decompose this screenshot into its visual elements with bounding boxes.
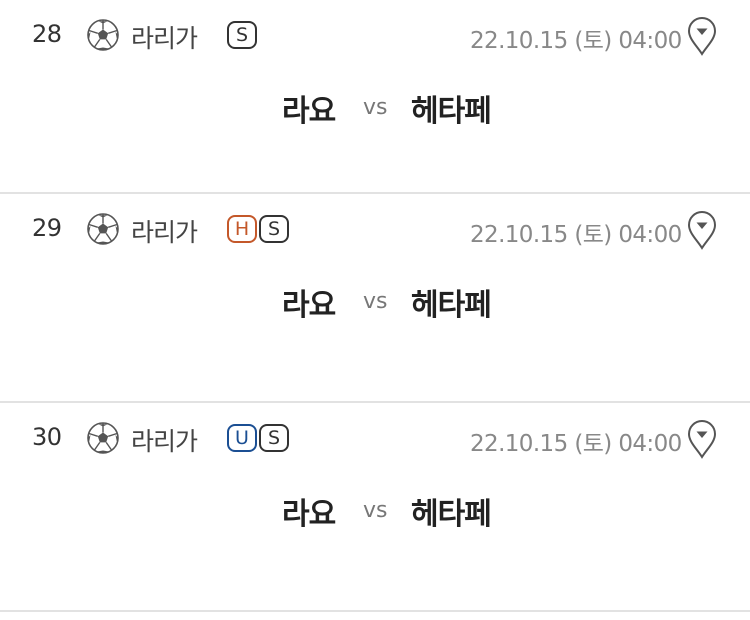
away-team: 헤타페	[411, 288, 492, 323]
badge-h: H	[227, 215, 257, 243]
badge-group: U S	[227, 424, 289, 452]
home-team: 라요	[282, 288, 336, 323]
match-number: 28	[32, 20, 62, 48]
match-row[interactable]: 28 라리가 S 22.10.15 (토) 04:00 라요 vs 헤타페	[0, 0, 750, 194]
badge-s: S	[259, 215, 289, 243]
badge-group: S	[227, 21, 257, 49]
location-pin-icon[interactable]	[686, 16, 718, 56]
location-pin-icon[interactable]	[686, 210, 718, 250]
vs-label: vs	[363, 498, 388, 523]
match-list: 28 라리가 S 22.10.15 (토) 04:00 라요 vs 헤타페 29…	[0, 0, 750, 612]
location-pin-icon[interactable]	[686, 419, 718, 459]
match-row[interactable]: 30 라리가 U S 22.10.15 (토) 04:00 라요 vs 헤타페	[0, 403, 750, 612]
league-name: 라리가	[131, 218, 198, 247]
soccer-ball-icon	[87, 213, 119, 245]
vs-label: vs	[363, 95, 388, 120]
vs-label: vs	[363, 289, 388, 314]
match-datetime: 22.10.15 (토) 04:00	[470, 28, 682, 54]
league-name: 라리가	[131, 24, 198, 53]
match-header: 29 라리가 H S 22.10.15 (토) 04:00	[0, 210, 750, 250]
teams: 라요 vs 헤타페	[0, 280, 750, 323]
badge-u: U	[227, 424, 257, 452]
away-team: 헤타페	[411, 94, 492, 129]
match-datetime: 22.10.15 (토) 04:00	[470, 431, 682, 457]
badge-s: S	[227, 21, 257, 49]
match-header: 30 라리가 U S 22.10.15 (토) 04:00	[0, 419, 750, 459]
badge-group: H S	[227, 215, 289, 243]
match-header: 28 라리가 S 22.10.15 (토) 04:00	[0, 16, 750, 56]
badge-s: S	[259, 424, 289, 452]
league-name: 라리가	[131, 427, 198, 456]
soccer-ball-icon	[87, 422, 119, 454]
teams: 라요 vs 헤타페	[0, 489, 750, 532]
home-team: 라요	[282, 94, 336, 129]
match-row[interactable]: 29 라리가 H S 22.10.15 (토) 04:00 라요 vs 헤타페	[0, 194, 750, 403]
away-team: 헤타페	[411, 497, 492, 532]
soccer-ball-icon	[87, 19, 119, 51]
home-team: 라요	[282, 497, 336, 532]
match-datetime: 22.10.15 (토) 04:00	[470, 222, 682, 248]
match-number: 30	[32, 423, 62, 451]
match-number: 29	[32, 214, 62, 242]
teams: 라요 vs 헤타페	[0, 86, 750, 129]
